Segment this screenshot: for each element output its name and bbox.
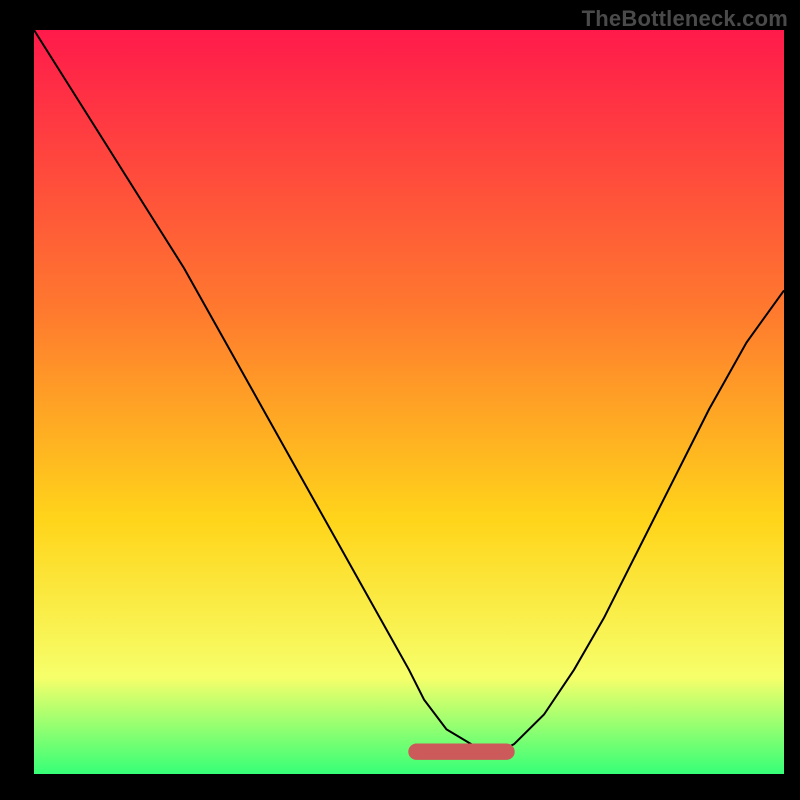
chart-frame: TheBottleneck.com bbox=[0, 0, 800, 800]
bottleneck-chart-svg bbox=[34, 30, 784, 774]
watermark-label: TheBottleneck.com bbox=[582, 6, 788, 32]
gradient-background bbox=[34, 30, 784, 774]
plot-area bbox=[34, 30, 784, 774]
